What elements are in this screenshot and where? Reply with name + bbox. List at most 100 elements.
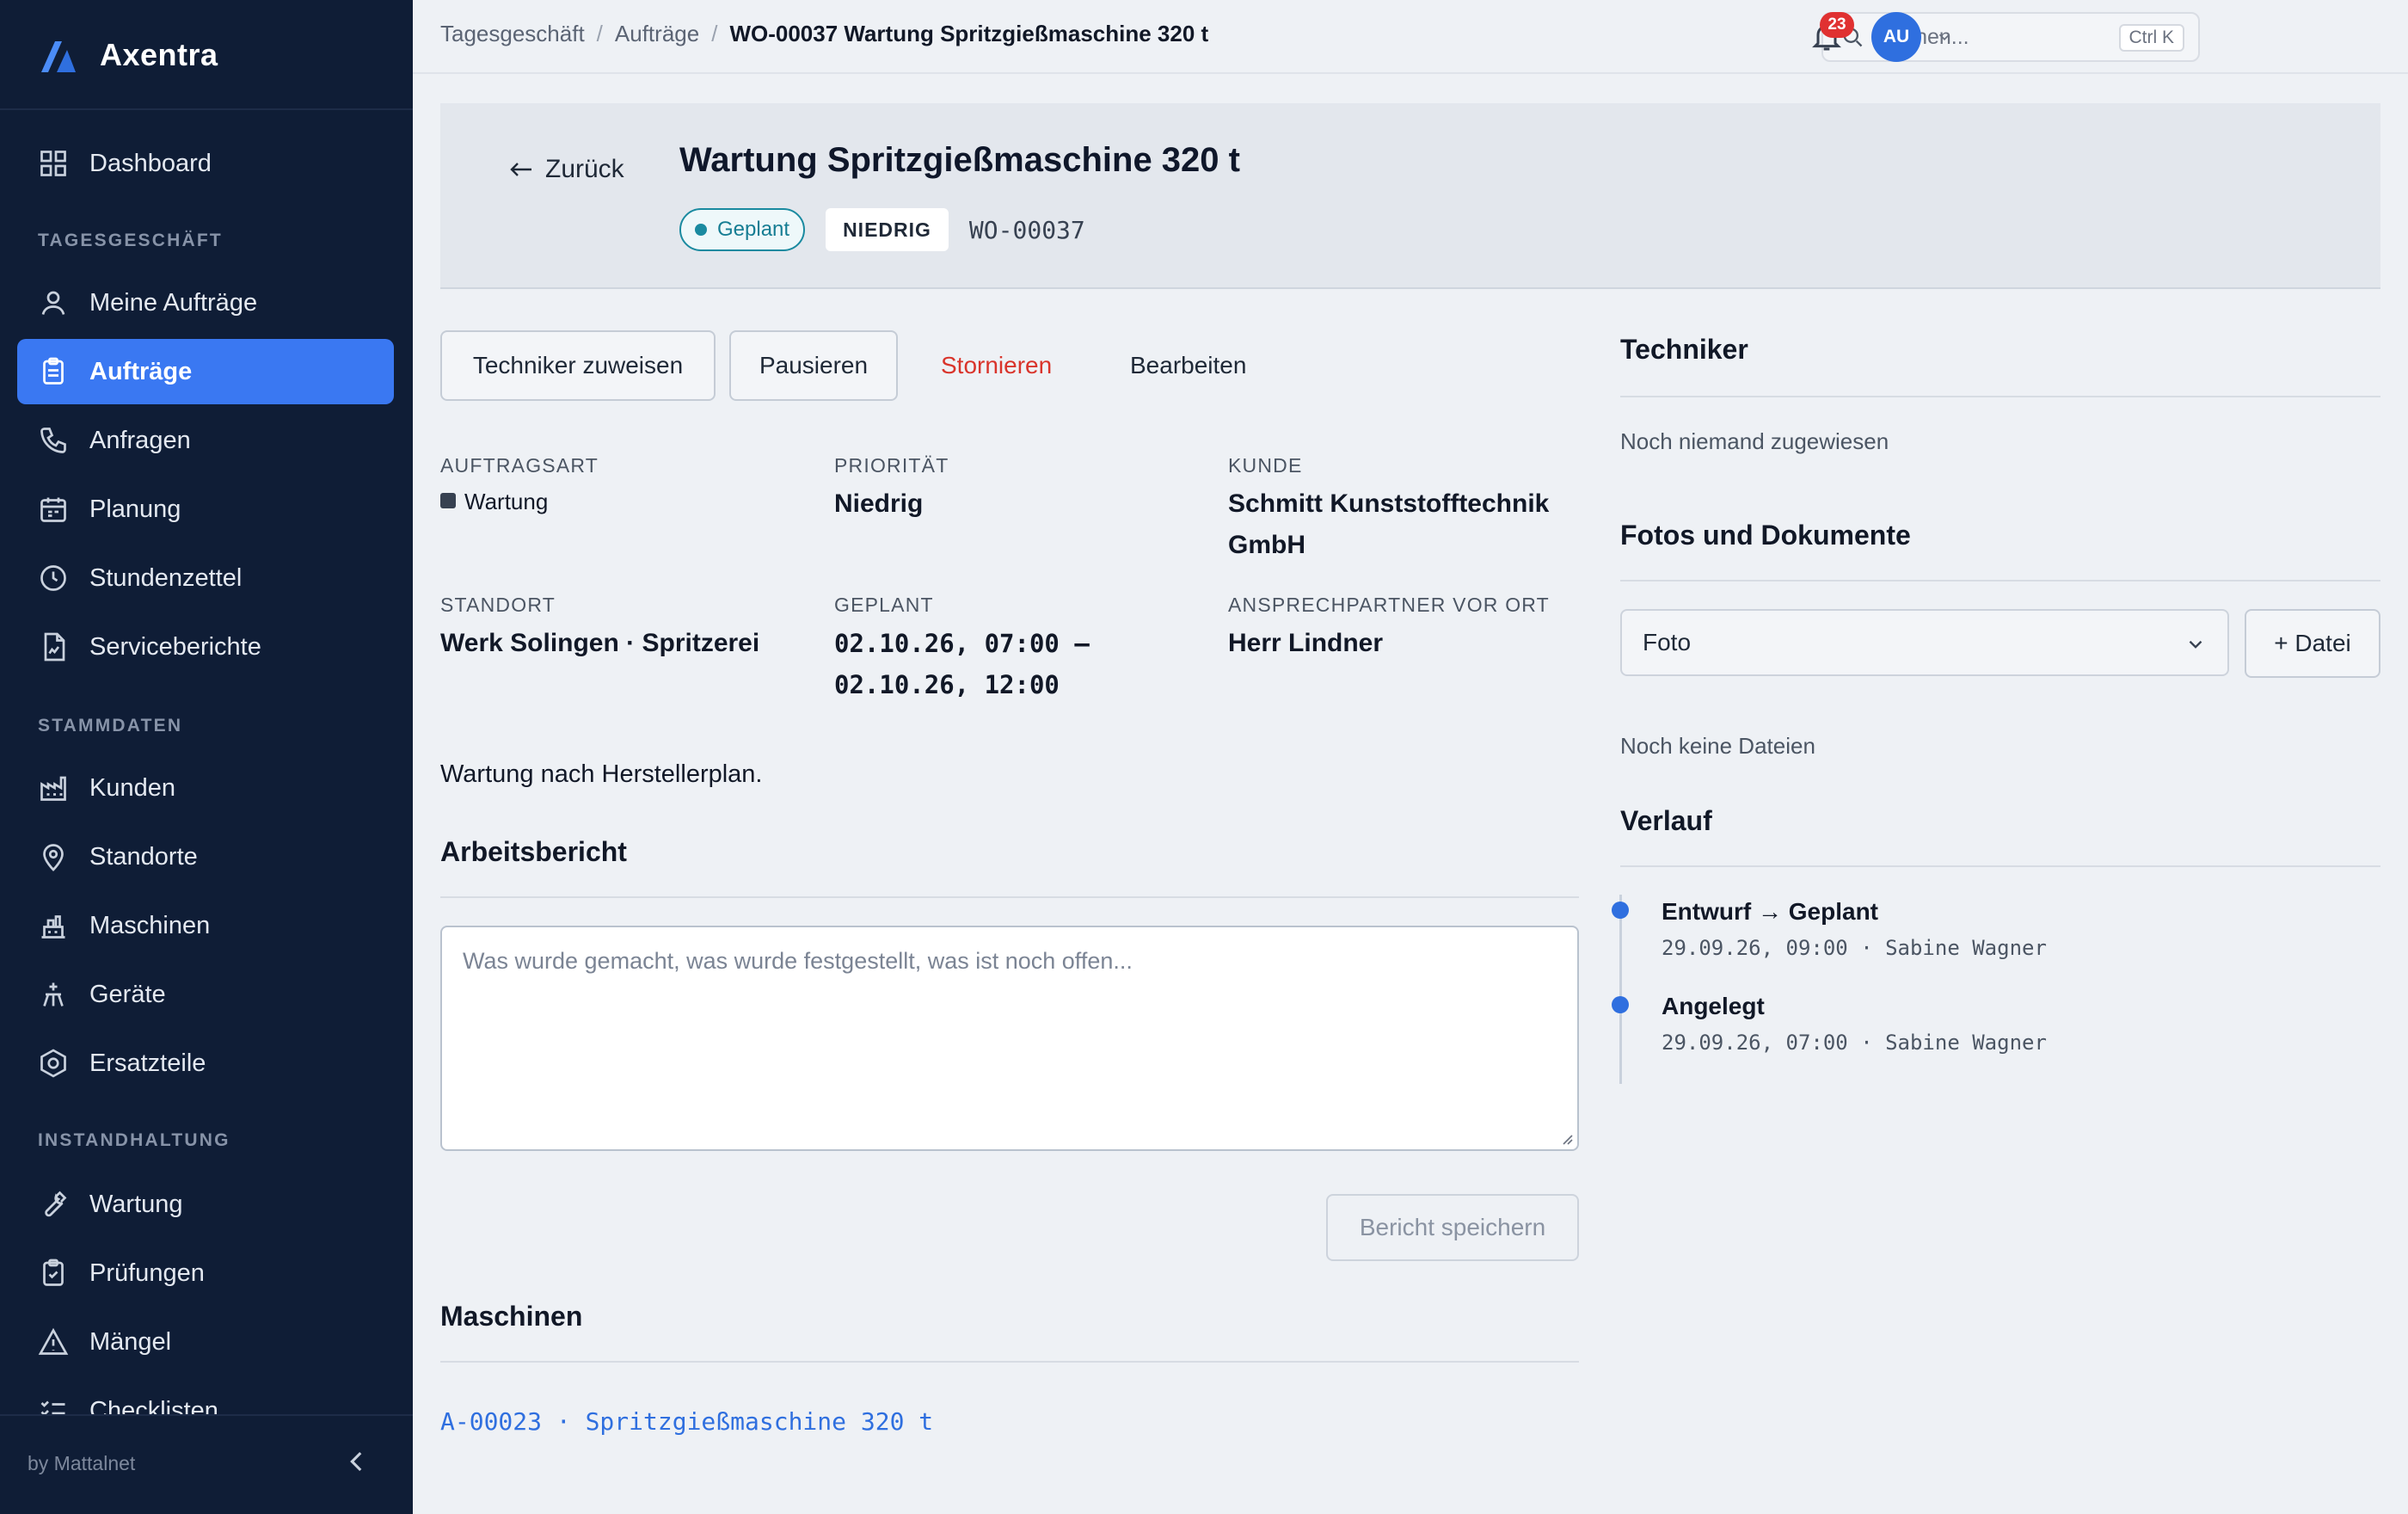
field-value-prioritaet: Niedrig bbox=[834, 489, 924, 518]
page-title: Wartung Spritzgießmaschine 320 t bbox=[679, 141, 1240, 179]
nav-scroll-clip: Checklisten bbox=[0, 1376, 413, 1414]
divider bbox=[0, 108, 413, 110]
chevron-down-icon bbox=[2189, 640, 2202, 649]
order-description: Wartung nach Herstellerplan. bbox=[440, 760, 763, 788]
sidebar-item-label: Wartung bbox=[89, 1190, 183, 1218]
nav-section-title: INSTANDHALTUNG bbox=[38, 1130, 230, 1150]
sidebar-item-wartung[interactable]: Wartung bbox=[17, 1172, 394, 1237]
sidebar-item-label: Standorte bbox=[89, 842, 198, 871]
files-empty: Noch keine Dateien bbox=[1620, 733, 1815, 759]
field-label-ansprechpartner: ANSPRECHPARTNER VOR ORT bbox=[1228, 594, 1550, 616]
sidebar-item-planung[interactable]: Planung bbox=[17, 477, 394, 542]
divider bbox=[1620, 396, 2380, 397]
back-label: Zurück bbox=[545, 155, 624, 183]
chevron-down-icon[interactable] bbox=[1935, 28, 1954, 46]
field-label-geplant: GEPLANT bbox=[834, 594, 934, 616]
save-report-button[interactable]: Bericht speichern bbox=[1326, 1194, 1579, 1261]
report-section-title: Arbeitsbericht bbox=[440, 836, 627, 867]
footer-credit: by Mattalnet bbox=[28, 1452, 136, 1474]
brand[interactable]: Axentra bbox=[38, 33, 218, 77]
order-header: Zurück Wartung Spritzgießmaschine 320 t … bbox=[440, 103, 2380, 289]
work-report-textarea[interactable]: Was wurde gemacht, was wurde festgestell… bbox=[440, 926, 1579, 1151]
sidebar-item-anfragen[interactable]: Anfragen bbox=[17, 408, 394, 473]
avatar[interactable]: AU bbox=[1871, 12, 1921, 62]
hex-bolt-icon bbox=[40, 1049, 66, 1078]
divider bbox=[1620, 865, 2380, 867]
history-entry-title: Angelegt bbox=[1662, 993, 1765, 1019]
clipboard-icon bbox=[43, 357, 64, 385]
notification-badge: 23 bbox=[1820, 12, 1854, 38]
field-value-standort: Werk Solingen · Spritzerei bbox=[440, 629, 760, 657]
work-order-number: WO-00037 bbox=[968, 215, 1085, 244]
machine-link[interactable]: A-00023 · Spritzgießmaschine 320 t bbox=[440, 1407, 933, 1436]
field-value-auftragsart: Wartung bbox=[440, 489, 548, 515]
sidebar-item-label: Meine Aufträge bbox=[89, 288, 258, 317]
breadcrumb-item[interactable]: Aufträge bbox=[615, 21, 699, 47]
breadcrumb-current: WO-00037 Wartung Spritzgießmaschine 320 … bbox=[729, 21, 1209, 46]
sidebar-item-label: Aufträge bbox=[89, 357, 193, 385]
sidebar-item-meine-auftraege[interactable]: Meine Aufträge bbox=[17, 270, 394, 335]
sidebar-item-standorte[interactable]: Standorte bbox=[17, 824, 394, 889]
sidebar-item-checklisten[interactable]: Checklisten bbox=[17, 1378, 394, 1414]
files-section-title: Fotos und Dokumente bbox=[1620, 520, 1911, 551]
sidebar-item-label: Ersatzteile bbox=[89, 1049, 206, 1077]
timeline-line bbox=[1619, 895, 1622, 1084]
sidebar-item-label: Geräte bbox=[89, 980, 166, 1008]
sidebar-item-serviceberichte[interactable]: Serviceberichte bbox=[17, 614, 394, 680]
sidebar-item-label: Checklisten bbox=[89, 1396, 218, 1415]
breadcrumb-separator: / bbox=[596, 21, 603, 46]
technician-section-title: Techniker bbox=[1620, 334, 1748, 365]
field-label-auftragsart: AUFTRAGSART bbox=[440, 454, 599, 477]
history-entry-meta: 29.09.26, 09:00 · Sabine Wagner bbox=[1662, 936, 2047, 960]
edit-button[interactable]: Bearbeiten bbox=[1130, 330, 1246, 401]
report-placeholder: Was wurde gemacht, was wurde festgestell… bbox=[463, 948, 1133, 974]
arrow-left-icon bbox=[510, 163, 531, 176]
status-label: Geplant bbox=[717, 218, 790, 241]
breadcrumb: Tagesgeschäft / Aufträge / WO-00037 Wart… bbox=[440, 21, 1208, 47]
field-value-kunde: Schmitt Kunststofftechnik GmbH bbox=[1228, 489, 1550, 559]
divider bbox=[440, 1361, 1579, 1363]
history-entry-meta: 29.09.26, 07:00 · Sabine Wagner bbox=[1662, 1031, 2047, 1055]
topbar: Tagesgeschäft / Aufträge / WO-00037 Wart… bbox=[413, 0, 2408, 74]
technician-empty: Noch niemand zugewiesen bbox=[1620, 428, 1889, 454]
warning-icon bbox=[38, 1327, 69, 1355]
sidebar-item-label: Planung bbox=[89, 495, 181, 523]
sidebar-item-ersatzteile[interactable]: Ersatzteile bbox=[17, 1031, 394, 1096]
resize-grip-icon[interactable] bbox=[1558, 1130, 1574, 1146]
user-icon bbox=[41, 291, 65, 315]
sidebar-item-label: Kunden bbox=[89, 773, 175, 802]
sidebar-item-maengel[interactable]: Mängel bbox=[17, 1309, 394, 1375]
sidebar-item-geraete[interactable]: Geräte bbox=[17, 962, 394, 1027]
timeline-dot bbox=[1612, 902, 1629, 919]
back-button[interactable]: Zurück bbox=[509, 155, 624, 184]
sidebar-item-label: Stundenzettel bbox=[89, 563, 243, 592]
sidebar-item-stundenzettel[interactable]: Stundenzettel bbox=[17, 545, 394, 611]
device-icon bbox=[43, 982, 64, 1006]
assign-technician-button[interactable]: Techniker zuweisen bbox=[440, 330, 716, 401]
sidebar-item-label: Anfragen bbox=[89, 426, 191, 454]
chevron-left-icon[interactable] bbox=[342, 1447, 372, 1476]
sidebar-item-auftraege[interactable]: Aufträge bbox=[17, 339, 394, 404]
priority-badge: NIEDRIG bbox=[826, 208, 949, 251]
factory-icon bbox=[40, 776, 66, 801]
checklist-icon bbox=[40, 1400, 65, 1414]
divider bbox=[440, 896, 1579, 898]
sidebar-item-pruefungen[interactable]: Prüfungen bbox=[17, 1240, 394, 1306]
file-type-select[interactable]: Foto bbox=[1620, 609, 2229, 676]
cancel-button[interactable]: Stornieren bbox=[941, 330, 1052, 401]
sidebar-item-kunden[interactable]: Kunden bbox=[17, 755, 394, 821]
breadcrumb-item[interactable]: Tagesgeschäft bbox=[440, 21, 585, 47]
history-section-title: Verlauf bbox=[1620, 805, 1712, 836]
field-label-standort: STANDORT bbox=[440, 594, 556, 616]
nav-section-title: TAGESGESCHÄFT bbox=[38, 231, 223, 250]
sidebar-item-dashboard[interactable]: Dashboard bbox=[17, 131, 394, 196]
add-file-button[interactable]: + Datei bbox=[2245, 609, 2380, 678]
file-type-value: Foto bbox=[1643, 629, 1692, 655]
badge-row: Geplant NIEDRIG WO-00037 bbox=[679, 208, 1085, 251]
map-pin-icon bbox=[43, 844, 64, 871]
divider bbox=[1620, 580, 2380, 582]
app-name: Axentra bbox=[100, 37, 218, 72]
clipboard-check-icon bbox=[43, 1259, 64, 1286]
pause-button[interactable]: Pausieren bbox=[729, 330, 898, 401]
sidebar-item-maschinen[interactable]: Maschinen bbox=[17, 893, 394, 958]
